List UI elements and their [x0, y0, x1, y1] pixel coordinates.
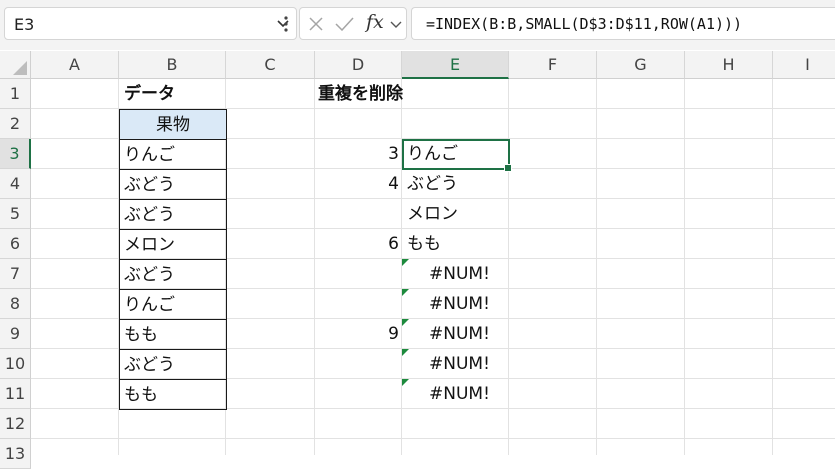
column-headers: A B C D E F G H I	[31, 51, 835, 79]
name-box[interactable]: E3	[4, 7, 297, 40]
error-indicator-icon[interactable]	[402, 319, 409, 326]
table-cell-b3[interactable]: りんご	[119, 140, 227, 170]
select-all-corner[interactable]	[0, 51, 31, 79]
cell-b1[interactable]: データ	[123, 79, 175, 109]
column-header-e[interactable]: E	[402, 51, 509, 79]
error-value: #NUM!	[429, 294, 490, 314]
row-header-9[interactable]: 9	[0, 319, 31, 349]
more-options-icon[interactable]	[282, 12, 290, 36]
formula-input[interactable]: =INDEX(B:B,SMALL(D$3:D$11,ROW(A1)))	[411, 7, 835, 40]
error-indicator-icon[interactable]	[402, 379, 409, 386]
table-cell-b9[interactable]: もも	[119, 320, 227, 350]
error-indicator-icon[interactable]	[402, 259, 409, 266]
table-cell-b7[interactable]: ぶどう	[119, 260, 227, 290]
error-value: #NUM!	[429, 264, 490, 284]
row-header-12[interactable]: 12	[0, 409, 31, 439]
row-header-13[interactable]: 13	[0, 439, 31, 469]
chevron-down-icon[interactable]	[390, 20, 402, 29]
fx-icon[interactable]: fx	[366, 11, 384, 33]
formula-text: =INDEX(B:B,SMALL(D$3:D$11,ROW(A1)))	[426, 15, 743, 33]
cell-e6[interactable]: もも	[402, 229, 510, 259]
cell-d1[interactable]: 重複を削除	[318, 79, 403, 109]
table-cell-b4[interactable]: ぶどう	[119, 170, 227, 200]
row-header-5[interactable]: 5	[0, 199, 31, 229]
row-header-4[interactable]: 4	[0, 169, 31, 199]
cell-e4[interactable]: ぶどう	[402, 169, 510, 199]
row-header-2[interactable]: 2	[0, 109, 31, 139]
error-value: #NUM!	[429, 324, 490, 344]
cell-d9[interactable]: 9	[315, 319, 403, 349]
table-cell-b11[interactable]: もも	[119, 380, 227, 410]
select-all-icon	[13, 61, 27, 75]
column-header-f[interactable]: F	[509, 51, 597, 79]
column-header-d[interactable]: D	[315, 51, 402, 79]
formula-bar-area: E3 fx =INDEX(B:B,SMALL(D$3:D$11,ROW(A1))…	[0, 0, 835, 50]
table-header-cell[interactable]: 果物	[119, 109, 227, 140]
error-indicator-icon[interactable]	[402, 289, 409, 296]
column-header-h[interactable]: H	[685, 51, 773, 79]
row-header-3[interactable]: 3	[0, 139, 31, 169]
table-cell-b5[interactable]: ぶどう	[119, 200, 227, 230]
row-header-10[interactable]: 10	[0, 349, 31, 379]
cell-d6[interactable]: 6	[315, 229, 403, 259]
cell-d3[interactable]: 3	[315, 139, 403, 169]
table-cell-b8[interactable]: りんご	[119, 290, 227, 320]
error-value: #NUM!	[429, 354, 490, 374]
error-indicator-icon[interactable]	[402, 349, 409, 356]
cell-e10[interactable]: #NUM!	[402, 349, 510, 379]
fill-handle[interactable]	[504, 164, 512, 172]
error-value: #NUM!	[429, 384, 490, 404]
enter-icon[interactable]	[335, 17, 354, 31]
column-header-b[interactable]: B	[119, 51, 226, 79]
cancel-icon[interactable]	[309, 17, 323, 31]
cell-d4[interactable]: 4	[315, 169, 403, 199]
cell-e8[interactable]: #NUM!	[402, 289, 510, 319]
row-header-11[interactable]: 11	[0, 379, 31, 409]
column-header-a[interactable]: A	[31, 51, 119, 79]
formula-buttons: fx	[299, 7, 407, 40]
active-cell-selection[interactable]	[402, 139, 512, 172]
table-cell-b6[interactable]: メロン	[119, 230, 227, 260]
table-cell-b10[interactable]: ぶどう	[119, 350, 227, 380]
cell-e5[interactable]: メロン	[402, 199, 510, 229]
name-box-value: E3	[14, 15, 35, 34]
column-header-g[interactable]: G	[597, 51, 685, 79]
row-header-8[interactable]: 8	[0, 289, 31, 319]
column-header-i[interactable]: I	[773, 51, 835, 79]
row-header-7[interactable]: 7	[0, 259, 31, 289]
cell-e7[interactable]: #NUM!	[402, 259, 510, 289]
column-header-c[interactable]: C	[226, 51, 315, 79]
cell-e11[interactable]: #NUM!	[402, 379, 510, 409]
cell-e9[interactable]: #NUM!	[402, 319, 510, 349]
row-header-1[interactable]: 1	[0, 79, 31, 109]
row-header-6[interactable]: 6	[0, 229, 31, 259]
